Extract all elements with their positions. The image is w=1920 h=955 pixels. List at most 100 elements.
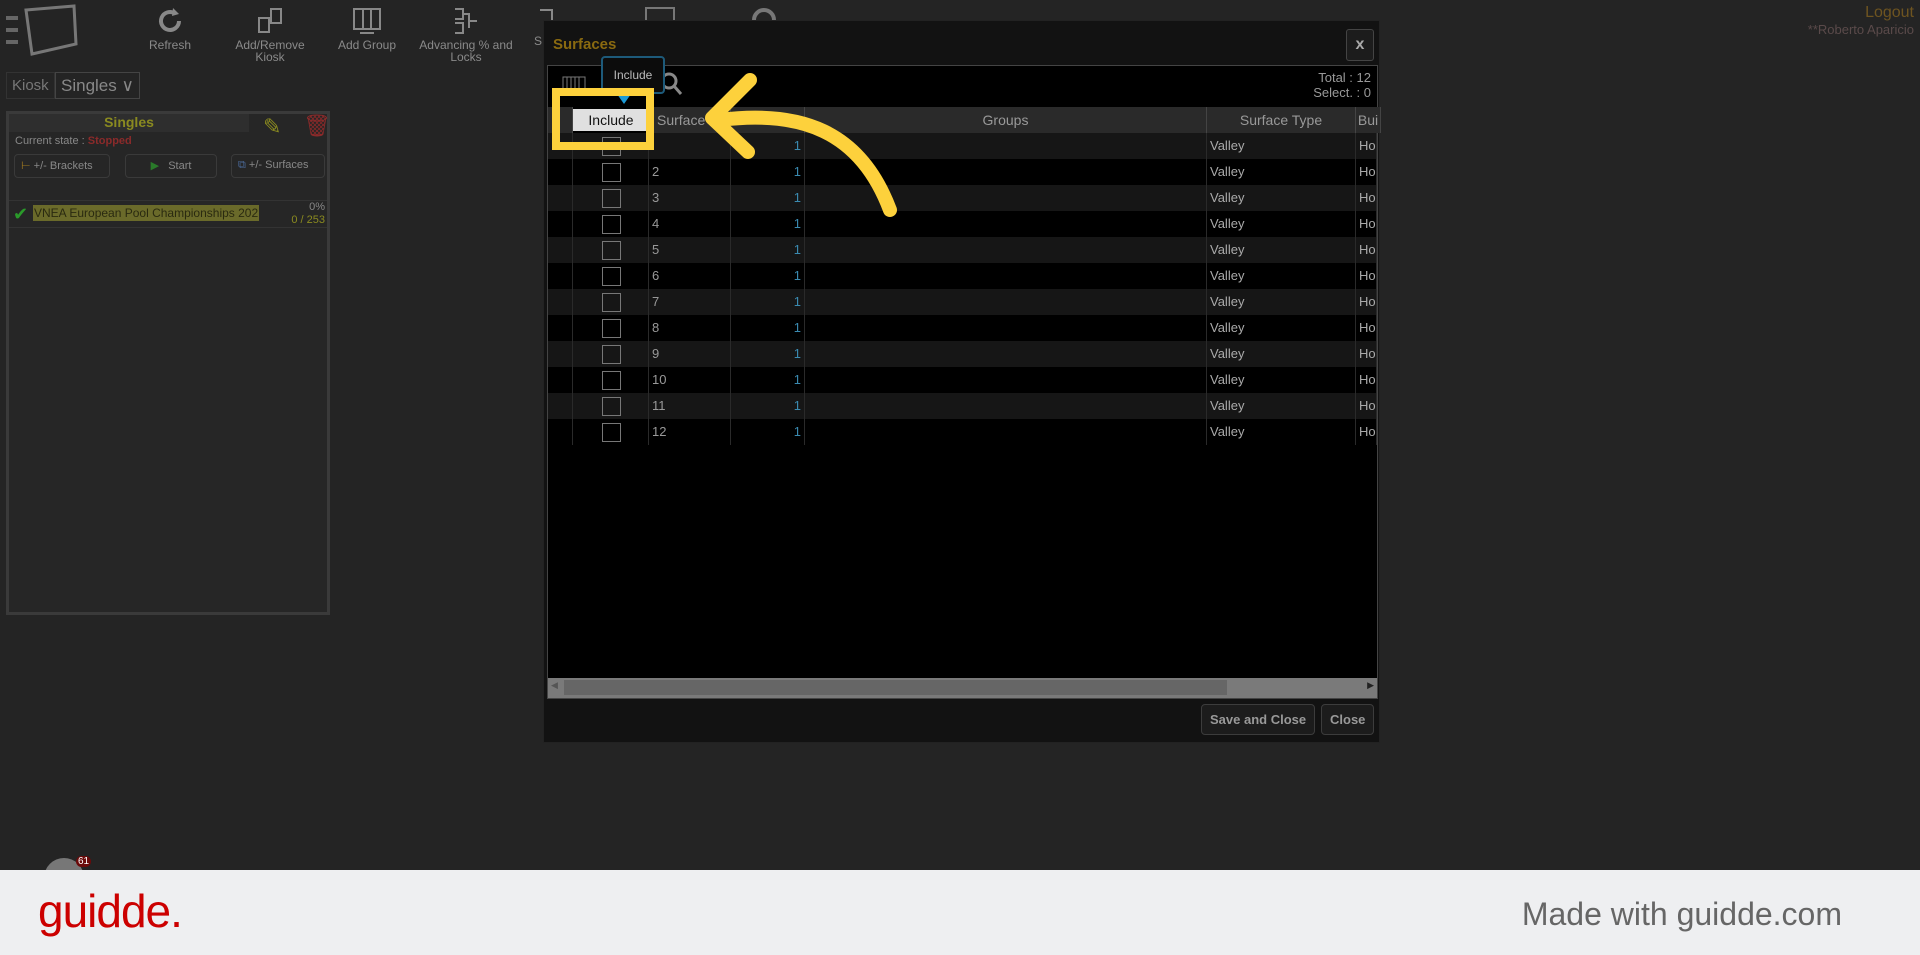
table-row[interactable]: 7 1 Valley Ho	[548, 289, 1377, 315]
include-checkbox[interactable]	[602, 267, 621, 286]
add-remove-kiosk-icon	[258, 8, 282, 33]
surfaces-dialog: Surfaces x Total : 12 Select. : 0 Include…	[543, 20, 1381, 743]
add-remove-kiosk-button[interactable]: Add/Remove Kiosk	[220, 6, 320, 63]
row-spacer	[548, 315, 573, 341]
user-area: Logout **Roberto Aparicio	[1808, 4, 1914, 37]
refresh-button[interactable]: Refresh	[120, 6, 220, 51]
include-checkbox[interactable]	[602, 163, 621, 182]
surface-type: Valley	[1207, 211, 1356, 237]
scroll-right-icon[interactable]: ▶	[1367, 680, 1374, 691]
selected-count: Select. : 0	[1313, 85, 1371, 100]
include-checkbox[interactable]	[602, 189, 621, 208]
user-name: **Roberto Aparicio	[1807, 22, 1914, 37]
bracket-icon	[455, 8, 477, 34]
include-cell	[573, 237, 649, 263]
surface-type: Valley	[1207, 185, 1356, 211]
event-item[interactable]: ✔ VNEA European Pool Championships 202 0…	[9, 200, 327, 228]
edit-icon[interactable]: ✎	[263, 114, 281, 140]
include-checkbox[interactable]	[602, 319, 621, 338]
add-group-button[interactable]: Add Group	[317, 6, 417, 51]
surfaces-grid: Total : 12 Select. : 0 Include Surface Gr…	[547, 65, 1381, 699]
table-row[interactable]: 6 1 Valley Ho	[548, 263, 1377, 289]
state-label: Current state :	[15, 135, 85, 147]
table-row[interactable]: 1 Valley Ho	[548, 133, 1377, 159]
table-row[interactable]: 9 1 Valley Ho	[548, 341, 1377, 367]
include-checkbox[interactable]	[602, 371, 621, 390]
include-cell	[573, 315, 649, 341]
table-row[interactable]: 2 1 Valley Ho	[548, 159, 1377, 185]
state-value: Stopped	[87, 135, 132, 147]
row-spacer	[548, 419, 573, 445]
highlight-box	[552, 88, 654, 150]
building-cell: Ho	[1356, 419, 1377, 445]
table-row[interactable]: 11 1 Valley Ho	[548, 393, 1377, 419]
surface-number: 1	[731, 341, 805, 367]
surface-type: Valley	[1207, 133, 1356, 159]
surface-name: 11	[649, 393, 731, 419]
dialog-close-button[interactable]: x	[1346, 29, 1374, 61]
include-cell	[573, 211, 649, 237]
notification-badge: 61	[76, 856, 92, 867]
include-cell	[573, 367, 649, 393]
table-row[interactable]: 3 1 Valley Ho	[548, 185, 1377, 211]
include-cell	[573, 341, 649, 367]
include-checkbox[interactable]	[602, 293, 621, 312]
table-row[interactable]: 10 1 Valley Ho	[548, 367, 1377, 393]
header-building[interactable]: Bui	[1356, 107, 1381, 133]
building-cell: Ho	[1356, 237, 1377, 263]
brackets-button[interactable]: ⊢ +/- Brackets	[14, 154, 110, 178]
building-cell: Ho	[1356, 263, 1377, 289]
table-row[interactable]: 4 1 Valley Ho	[548, 211, 1377, 237]
include-checkbox[interactable]	[602, 215, 621, 234]
start-button[interactable]: ▶ Start	[125, 154, 217, 178]
surface-type: Valley	[1207, 237, 1356, 263]
toolbar-partial-button[interactable]: S	[490, 6, 553, 47]
guidde-logo: guidde.	[38, 885, 183, 937]
surface-type: Valley	[1207, 393, 1356, 419]
panel-title: Singles	[9, 114, 249, 132]
groups-cell	[805, 237, 1207, 263]
row-spacer	[548, 159, 573, 185]
scroll-left-icon[interactable]: ◀	[551, 680, 558, 691]
kiosk-select[interactable]: Singles ∨	[55, 72, 140, 99]
building-cell: Ho	[1356, 367, 1377, 393]
surface-type: Valley	[1207, 315, 1356, 341]
close-button[interactable]: Close	[1321, 704, 1375, 735]
play-icon: ▶	[150, 160, 160, 172]
surface-name: 5	[649, 237, 731, 263]
surfaces-button[interactable]: ⧉ +/- Surfaces	[231, 154, 325, 178]
surface-name: 10	[649, 367, 731, 393]
event-percent: 0%	[309, 201, 325, 213]
guidde-footer: guidde. Made with guidde.com	[0, 870, 1920, 955]
horizontal-scrollbar[interactable]: ◀ ▶	[548, 678, 1377, 698]
footer-tagline: Made with guidde.com	[1521, 896, 1842, 932]
bracket-icon: ⊢	[21, 160, 31, 172]
row-spacer	[548, 211, 573, 237]
table-row[interactable]: 5 1 Valley Ho	[548, 237, 1377, 263]
building-cell: Ho	[1356, 289, 1377, 315]
groups-cell	[805, 263, 1207, 289]
app-logo[interactable]	[4, 4, 78, 58]
surface-type: Valley	[1207, 419, 1356, 445]
include-checkbox[interactable]	[602, 423, 621, 442]
logout-link[interactable]: Logout	[1808, 4, 1914, 22]
checkmark-icon: ✔	[13, 204, 29, 224]
event-name: VNEA European Pool Championships 202	[33, 205, 260, 221]
row-spacer	[548, 341, 573, 367]
include-checkbox[interactable]	[602, 397, 621, 416]
surface-number: 1	[731, 393, 805, 419]
surface-number: 1	[731, 263, 805, 289]
surface-name: 12	[649, 419, 731, 445]
surface-type: Valley	[1207, 367, 1356, 393]
trash-icon[interactable]: 🗑	[303, 113, 331, 139]
include-checkbox[interactable]	[602, 241, 621, 260]
table-row[interactable]: 12 1 Valley Ho	[548, 419, 1377, 445]
table-row[interactable]: 8 1 Valley Ho	[548, 315, 1377, 341]
scrollbar-thumb[interactable]	[564, 680, 1228, 695]
header-surface-type[interactable]: Surface Type	[1207, 107, 1356, 133]
dialog-title: Surfaces	[553, 36, 617, 53]
save-and-close-button[interactable]: Save and Close	[1201, 704, 1316, 735]
surface-number: 1	[731, 315, 805, 341]
include-cell	[573, 419, 649, 445]
include-checkbox[interactable]	[602, 345, 621, 364]
